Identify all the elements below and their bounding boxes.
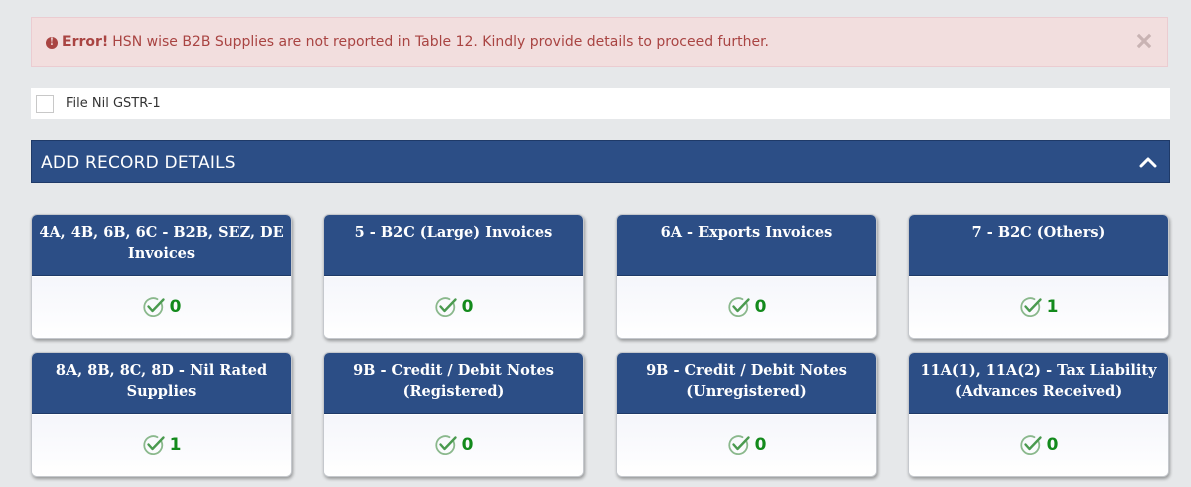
tile-title: 11A(1), 11A(2) - Tax Liability (Advances… [909, 353, 1168, 414]
file-nil-label[interactable]: File Nil GSTR-1 [66, 96, 161, 111]
alert-text: HSN wise B2B Supplies are not reported i… [112, 34, 770, 50]
tile-count: 0 [754, 297, 767, 317]
tile-title: 4A, 4B, 6B, 6C - B2B, SEZ, DE Invoices [32, 215, 291, 276]
record-tile[interactable]: 11A(1), 11A(2) - Tax Liability (Advances… [908, 352, 1169, 477]
record-tile[interactable]: 8A, 8B, 8C, 8D - Nil Rated Supplies 1 [31, 352, 292, 477]
chevron-up-icon[interactable] [1139, 155, 1157, 169]
tile-body: 0 [617, 415, 876, 476]
tile-count-wrap: 0 [909, 434, 1168, 456]
tile-count: 0 [169, 297, 182, 317]
tile-count-wrap: 0 [324, 434, 583, 456]
tile-title: 7 - B2C (Others) [909, 215, 1168, 276]
tile-count-wrap: 0 [32, 296, 291, 318]
file-nil-checkbox[interactable] [36, 95, 54, 113]
alert-label: Error! [62, 34, 109, 50]
check-circle-icon [434, 297, 457, 317]
tile-count-wrap: 1 [909, 296, 1168, 318]
tile-title: 9B - Credit / Debit Notes (Registered) [324, 353, 583, 414]
tile-count: 0 [461, 435, 474, 455]
tile-title: 6A - Exports Invoices [617, 215, 876, 276]
check-circle-icon [142, 435, 165, 455]
tile-body: 0 [324, 415, 583, 476]
tile-count-wrap: 0 [617, 296, 876, 318]
error-alert: ! Error! HSN wise B2B Supplies are not rep… [31, 17, 1168, 67]
check-circle-icon [434, 435, 457, 455]
tile-count: 0 [754, 435, 767, 455]
file-nil-row: File Nil GSTR-1 [31, 88, 1170, 119]
tile-title: 5 - B2C (Large) Invoices [324, 215, 583, 276]
check-circle-icon [142, 297, 165, 317]
exclamation-circle-icon: ! [46, 37, 58, 49]
tile-count: 0 [461, 297, 474, 317]
tile-title: 9B - Credit / Debit Notes (Unregistered) [617, 353, 876, 414]
check-circle-icon [1019, 435, 1042, 455]
tile-title: 8A, 8B, 8C, 8D - Nil Rated Supplies [32, 353, 291, 414]
tile-body: 0 [324, 277, 583, 338]
check-circle-icon [727, 435, 750, 455]
record-tile[interactable]: 7 - B2C (Others) 1 [908, 214, 1169, 339]
tile-body: 0 [617, 277, 876, 338]
close-icon[interactable] [1135, 32, 1153, 50]
tile-body: 0 [32, 277, 291, 338]
section-title: ADD RECORD DETAILS [41, 153, 236, 173]
tile-body: 1 [32, 415, 291, 476]
alert-message-line: ! Error! HSN wise B2B Supplies are not rep… [46, 34, 769, 50]
record-tile[interactable]: 9B - Credit / Debit Notes (Registered) 0 [323, 352, 584, 477]
tile-count: 0 [1046, 435, 1059, 455]
tile-body: 0 [909, 415, 1168, 476]
check-circle-icon [1019, 297, 1042, 317]
add-record-details-header[interactable]: ADD RECORD DETAILS [31, 140, 1170, 183]
record-tile[interactable]: 4A, 4B, 6B, 6C - B2B, SEZ, DE Invoices 0 [31, 214, 292, 339]
tile-body: 1 [909, 277, 1168, 338]
record-tile[interactable]: 5 - B2C (Large) Invoices 0 [323, 214, 584, 339]
tile-count-wrap: 0 [617, 434, 876, 456]
tile-count-wrap: 0 [324, 296, 583, 318]
record-tile[interactable]: 9B - Credit / Debit Notes (Unregistered)… [616, 352, 877, 477]
check-circle-icon [727, 297, 750, 317]
record-tile[interactable]: 6A - Exports Invoices 0 [616, 214, 877, 339]
tile-count-wrap: 1 [32, 434, 291, 456]
tile-count: 1 [169, 435, 182, 455]
tile-count: 1 [1046, 297, 1059, 317]
